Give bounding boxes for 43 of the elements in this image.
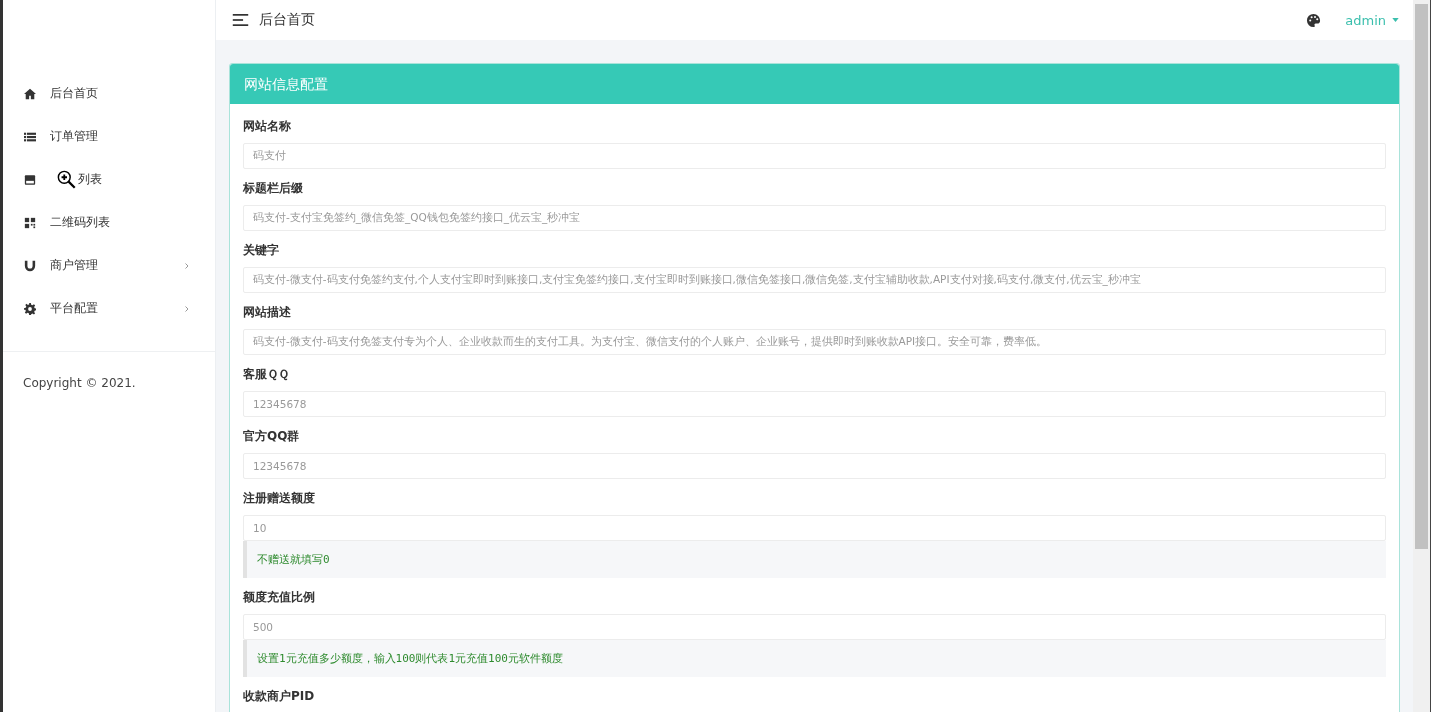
field-label: 标题栏后缀 <box>243 180 304 197</box>
input-field[interactable]: 12345678 <box>243 391 1386 417</box>
palette-icon[interactable] <box>1306 12 1322 28</box>
panel-header: 网站信息配置 <box>230 64 1399 104</box>
chevron-icon <box>185 305 189 312</box>
copyright-text: Copyright © 2021. <box>22 375 137 390</box>
hint-box: 设置1元充值多少额度，输入100则代表1元充值100元软件额度 <box>243 640 1386 677</box>
user-menu[interactable]: admin <box>1345 12 1399 28</box>
scrollbar-thumb[interactable] <box>1415 4 1428 549</box>
input-field[interactable]: 500 <box>243 614 1386 640</box>
field-label: 客服ＱＱ <box>243 366 290 383</box>
hint-box: 不赠送就填写0 <box>243 541 1386 578</box>
sidebar-item[interactable]: 商户管理 <box>3 244 215 287</box>
home-icon <box>24 87 36 100</box>
input-field[interactable]: 码支付-微支付-码支付免签约支付,个人支付宝即时到账接口,支付宝免签约接口,支付宝即时到账接口,微信免签接口,微信免签,支付宝辅助收款,API支付对接,码支付,微支付,优云宝_秒冲宝 <box>243 267 1386 293</box>
caret-icon <box>1392 18 1399 22</box>
input-field[interactable]: 12345678 <box>243 453 1386 479</box>
field-label: 注册赠送额度 <box>243 490 316 507</box>
input-field[interactable]: 码支付 <box>243 143 1386 169</box>
input-field[interactable]: 码支付-支付宝免签约_微信免签_QQ钱包免签约接口_优云宝_秒冲宝 <box>243 205 1386 231</box>
settings-icon <box>24 302 36 315</box>
sidebar-item[interactable]: 列表 <box>3 158 215 201</box>
list-icon <box>24 130 36 143</box>
field-label: 官方QQ群 <box>243 428 301 445</box>
chevron-icon <box>185 262 189 269</box>
scrollbar[interactable] <box>1413 0 1431 712</box>
field-label: 关键字 <box>243 242 280 259</box>
zoom-cursor-icon <box>57 170 77 190</box>
qr-code-icon <box>24 216 36 229</box>
sidebar-item[interactable]: 二维码列表 <box>3 201 215 244</box>
input-field[interactable]: 10 <box>243 515 1386 541</box>
card-icon <box>24 173 36 186</box>
field-label: 网站名称 <box>243 118 292 135</box>
field-label: 额度充值比例 <box>243 589 316 606</box>
input-field[interactable]: 码支付-微支付-码支付免签支付专为个人、企业收款而生的支付工具。为支付宝、微信支付的个人账户、企业账号，提供即时到账收款API接口。安全可靠，费率低。 <box>243 329 1386 355</box>
sidebar-item[interactable]: 平台配置 <box>3 287 215 330</box>
page-title: 后台首页 <box>259 11 315 29</box>
sidebar-item[interactable]: 后台首页 <box>3 72 215 115</box>
sidebar-item[interactable]: 订单管理 <box>3 115 215 158</box>
magnet-icon <box>24 259 36 272</box>
menu-icon[interactable] <box>232 14 249 26</box>
field-label: 网站描述 <box>243 304 292 321</box>
field-label: 收款商户PID <box>243 688 316 705</box>
